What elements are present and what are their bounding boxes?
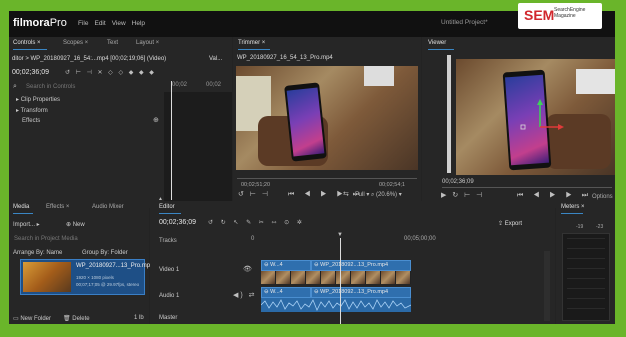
editor-timecode[interactable]: 00;02;36;09 (159, 219, 196, 226)
delete-button[interactable]: 🗑 Delete (63, 315, 90, 322)
search-icon: ⌕ (13, 83, 17, 90)
tab-scopes[interactable]: Scopes × (63, 40, 88, 50)
clip-b-audio[interactable]: ⊖ WP_2018092...13_Pro.mp4 (311, 287, 411, 298)
page-indicator: 1 lb (134, 315, 144, 321)
controls-playhead[interactable] (171, 81, 172, 200)
controls-search-input[interactable]: Search in Controls (26, 84, 75, 90)
tab-text[interactable]: Text (107, 40, 118, 50)
tracks-label: Tracks (159, 238, 177, 244)
controls-panel: Controls × Scopes × Text Layout × ditor … (9, 37, 232, 208)
viewer-options[interactable]: Options (592, 194, 613, 200)
video-thumbnails (261, 271, 411, 284)
new-button[interactable]: ⊕ New (66, 221, 85, 228)
arrange-by-dropdown[interactable]: Arrange By: Name (13, 250, 62, 256)
viewer-box (576, 69, 615, 94)
viewer-left-bar (447, 55, 451, 173)
menu-edit[interactable]: Edit (94, 20, 105, 27)
add-effect-icon[interactable]: ⊕ (153, 117, 159, 125)
media-item-meta: 00;07;17;05 @ 29.97fps, stereo (76, 282, 140, 287)
clip-a-audio[interactable]: ⊖ W...4 (261, 287, 311, 298)
transform-gizmo[interactable] (516, 97, 566, 157)
menu-view[interactable]: View (112, 20, 126, 27)
keyframe-area (164, 92, 232, 202)
meters-panel: Meters × -19 -23 (556, 201, 615, 324)
tree-transform[interactable]: ▸ Transform (16, 107, 48, 114)
group-by-dropdown[interactable]: Group By: Folder (82, 250, 128, 256)
viewer-loop-icons[interactable]: ▶ ↻ ⊢ ⊣ (441, 192, 484, 200)
tree-effects[interactable]: Effects (22, 118, 40, 124)
trimmer-loop-icons[interactable]: ↺ ⊢ ⊣ (238, 191, 270, 199)
viewer-playback-icons[interactable]: ⏮ ◀ ▶ ▶ ⏭ (517, 192, 592, 200)
trimmer-playback-icons[interactable]: ⏮ ◀ ▶ ▶ ⏭ (288, 191, 363, 199)
waveform-graphic (261, 299, 411, 311)
trimmer-zoom-dropdown[interactable]: Full ▾ ⌕ (20.6%) ▾ (355, 191, 402, 199)
meter-scale-1: -19 (576, 224, 584, 230)
tab-effects[interactable]: Effects × (46, 204, 69, 214)
ruler-mark-2: 00;02 (206, 82, 222, 88)
sem-logo-text: SEM (524, 7, 555, 23)
sem-watermark-logo: SEM SearchEngine Magazine (518, 3, 602, 29)
editor-panel: Editor 00;02;36;09 ↺ ↻ ↖ ✎ ✂ ⇿ ⊙ ✲ ⇪ Exp… (150, 201, 555, 324)
import-button[interactable]: Import... ▸ (13, 221, 40, 228)
clip-b-video[interactable]: ⊖ WP_2018092...13_Pro.mp4 (311, 260, 411, 271)
trimmer-clip-name: WP_20180927_16_54_13_Pro.mp4 (237, 55, 333, 61)
app-logo: filmoraPro (13, 17, 67, 29)
media-item[interactable]: WP_20180927...13_Pro.mp4 1920 × 1080 pix… (20, 259, 153, 295)
viewer-scrub-bar[interactable] (442, 187, 612, 188)
controls-transport-icons[interactable]: ↺ ⊢ ⊣ ✕ ◇ ◇ ◆ ◆ ◆ (65, 69, 156, 77)
media-item-name: WP_20180927...13_Pro.mp4 (76, 263, 154, 269)
viewer-panel: Viewer 00;02;36;09 ▶ ↻ ⊢ ⊣ ⏮ ◀ ▶ ▶ ⏭ Opt… (422, 37, 615, 208)
audio-track-label: Audio 1 (159, 293, 180, 299)
audio-waveform (261, 298, 411, 312)
ruler-mark-1: 00;02 (172, 82, 188, 88)
sem-logo-subtitle: SearchEngine Magazine (554, 7, 586, 19)
viewer-timecode: 00;02;36;09 (442, 179, 474, 185)
media-item-thumbnail (23, 262, 71, 292)
trimmer-box (364, 66, 394, 86)
menu-bar: File Edit View Help (78, 20, 145, 27)
meter-scale-2: -23 (596, 224, 604, 230)
media-item-res: 1920 × 1080 pixels (76, 275, 114, 280)
tab-media-underline (13, 213, 33, 214)
meter-display (562, 233, 610, 321)
tab-audio-mixer[interactable]: Audio Mixer (92, 204, 124, 214)
menu-help[interactable]: Help (132, 20, 145, 27)
tab-meters-underline (561, 213, 583, 214)
tab-layout[interactable]: Layout × (136, 40, 159, 50)
project-title: Untitled Project* (441, 19, 488, 26)
trimmer-scrub-bar[interactable] (237, 178, 417, 179)
master-track-label: Master (159, 315, 178, 321)
export-button[interactable]: ⇪ Export (498, 220, 522, 227)
viewer-video[interactable] (456, 59, 615, 175)
editor-playhead[interactable] (340, 238, 341, 324)
clip-a-video[interactable]: ⊖ W...4 (261, 260, 311, 271)
val-label: Val... (209, 56, 223, 62)
ruler-mark: 00;05;00;00 (404, 236, 436, 242)
tab-trimmer-underline (238, 49, 270, 50)
audio-track-icons[interactable]: ◀) ⇄ (233, 292, 257, 300)
controls-timecode[interactable]: 00;02;36;09 (12, 69, 49, 76)
ruler-start: 0 (251, 236, 255, 242)
trimmer-sync-icon[interactable]: ⇆ (343, 191, 349, 199)
trimmer-panel: Trimmer × WP_20180927_16_54_13_Pro.mp4 0… (233, 37, 421, 208)
tab-editor-underline (159, 213, 181, 214)
media-panel: Media Effects × Audio Mixer Import... ▸ … (9, 201, 153, 324)
menu-file[interactable]: File (78, 20, 88, 27)
editor-path: ditor > WP_20180927_16_54:...mp4 [00;02;… (12, 56, 167, 62)
tab-controls-underline (13, 49, 47, 50)
tab-viewer-underline (428, 49, 454, 50)
filmora-window: filmoraPro File Edit View Help Untitled … (9, 11, 615, 324)
editor-tool-icons[interactable]: ↺ ↻ ↖ ✎ ✂ ⇿ ⊙ ✲ (208, 219, 305, 227)
logo-pro: Pro (49, 17, 67, 29)
trimmer-video[interactable] (236, 66, 418, 170)
editor-scrollbar[interactable] (544, 251, 550, 321)
new-folder-button[interactable]: ▭ New Folder (13, 315, 51, 322)
video-track-label: Video 1 (159, 267, 180, 273)
trimmer-time-left: 00;02;51;20 (241, 182, 271, 188)
trimmer-time-right: 00;02;54;1 (379, 182, 405, 188)
tree-clip-properties[interactable]: ▸ Clip Properties (16, 96, 60, 103)
logo-main: filmora (13, 17, 50, 29)
video-visibility-icon[interactable]: 👁 (243, 266, 252, 274)
media-search-input[interactable]: Search in Project Media (14, 236, 78, 242)
